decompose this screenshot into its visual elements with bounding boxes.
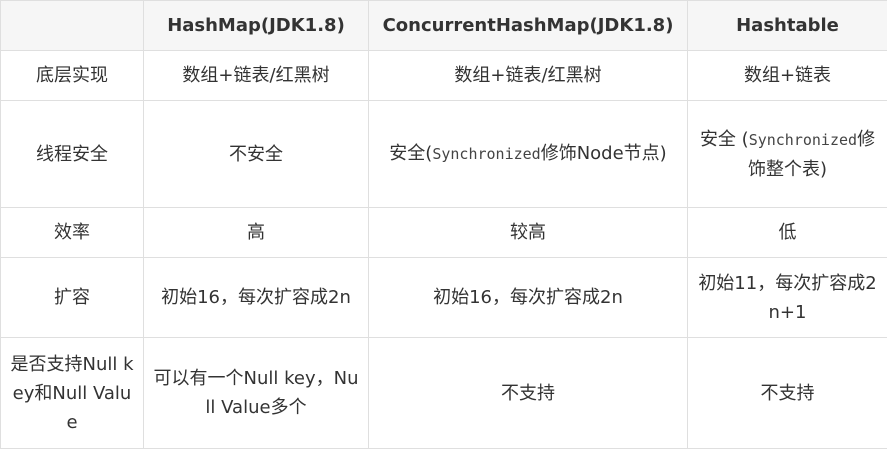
cell-hashtable: 初始11，每次扩容成2n+1	[687, 257, 887, 338]
comparison-table: HashMap(JDK1.8) ConcurrentHashMap(JDK1.8…	[0, 0, 887, 449]
cell-hashtable: 安全 (Synchronized修饰整个表)	[687, 100, 887, 208]
table-row: 线程安全 不安全 安全(Synchronized修饰Node节点) 安全 (Sy…	[0, 100, 887, 208]
row-label: 底层实现	[0, 50, 144, 101]
header-hashtable: Hashtable	[687, 0, 887, 51]
cell-hashtable: 不支持	[687, 337, 887, 449]
table-row: 是否支持Null key和Null Value 可以有一个Null key，Nu…	[0, 337, 887, 449]
header-row: HashMap(JDK1.8) ConcurrentHashMap(JDK1.8…	[0, 0, 887, 51]
cell-concurrenthashmap: 数组+链表/红黑树	[368, 50, 688, 101]
table-row: 扩容 初始16，每次扩容成2n 初始16，每次扩容成2n 初始11，每次扩容成2…	[0, 257, 887, 338]
cell-hashtable: 低	[687, 207, 887, 258]
row-label: 是否支持Null key和Null Value	[0, 337, 144, 449]
inline-code: Synchronized	[748, 130, 858, 149]
text-after: 修饰Node节点)	[540, 143, 667, 164]
cell-concurrenthashmap: 较高	[368, 207, 688, 258]
cell-hashmap: 不安全	[143, 100, 369, 208]
table-row: 效率 高 较高 低	[0, 207, 887, 258]
cell-concurrenthashmap: 不支持	[368, 337, 688, 449]
header-concurrenthashmap: ConcurrentHashMap(JDK1.8)	[368, 0, 688, 51]
cell-hashmap: 数组+链表/红黑树	[143, 50, 369, 101]
text-before: 安全 (	[699, 128, 749, 150]
cell-concurrenthashmap: 安全(Synchronized修饰Node节点)	[368, 100, 688, 208]
table-row: 底层实现 数组+链表/红黑树 数组+链表/红黑树 数组+链表	[0, 50, 887, 101]
cell-hashmap: 可以有一个Null key，Null Value多个	[143, 337, 369, 449]
cell-hashtable: 数组+链表	[687, 50, 887, 101]
row-label: 效率	[0, 207, 144, 258]
row-label: 扩容	[0, 257, 144, 338]
cell-concurrenthashmap: 初始16，每次扩容成2n	[368, 257, 688, 338]
row-label: 线程安全	[0, 100, 144, 208]
inline-code: Synchronized	[432, 145, 541, 163]
cell-hashmap: 高	[143, 207, 369, 258]
header-hashmap: HashMap(JDK1.8)	[143, 0, 369, 51]
text-before: 安全(	[389, 143, 433, 164]
cell-hashmap: 初始16，每次扩容成2n	[143, 257, 369, 338]
corner-cell	[0, 0, 144, 51]
